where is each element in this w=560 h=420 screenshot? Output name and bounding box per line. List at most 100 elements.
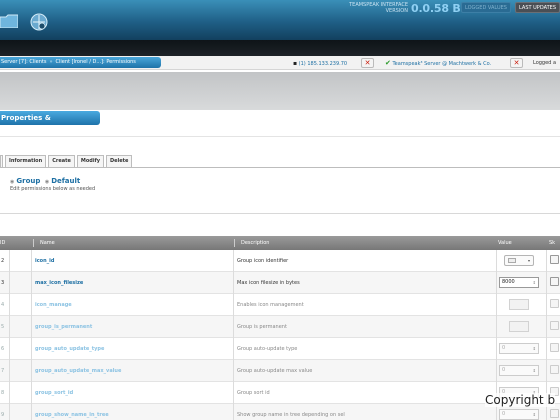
permission-name[interactable]: group_auto_update_max_value xyxy=(35,360,121,382)
permission-description: Group auto-update type xyxy=(237,346,298,352)
tab-previous[interactable] xyxy=(0,155,3,167)
permission-id: 3 xyxy=(1,280,5,286)
value-input[interactable]: 0⇕ xyxy=(499,409,539,420)
sort-icon xyxy=(33,238,37,247)
column-divider xyxy=(31,250,32,420)
permission-id: 6 xyxy=(1,346,5,352)
permission-name[interactable]: group_sort_id xyxy=(35,382,73,404)
table-row: 3 max_icon_filesize Max icon filesize in b… xyxy=(0,272,560,294)
group-link[interactable]: Group xyxy=(16,177,40,185)
permission-id: 8 xyxy=(1,390,5,396)
server-icon: ▪ xyxy=(293,60,298,67)
version-caption: TEAMSPEAK INTERFACE VERSION xyxy=(349,2,408,14)
permission-name[interactable]: group_auto_update_type xyxy=(35,338,104,360)
skip-checkbox[interactable] xyxy=(550,299,559,308)
last-updates-button[interactable]: LAST UPDATES xyxy=(515,2,560,13)
tab-create[interactable]: Create xyxy=(48,155,75,167)
permission-description: Group icon identifier xyxy=(237,258,289,264)
chevron-down-icon: ▾ xyxy=(527,258,530,263)
skip-checkbox[interactable] xyxy=(550,321,559,330)
permission-name[interactable]: group_is_permanent xyxy=(35,316,92,338)
close-icon[interactable]: ✕ xyxy=(361,58,374,68)
logged-status: Logged a xyxy=(533,60,557,66)
value-text: 8000 xyxy=(502,279,515,285)
app-header: TEAMSPEAK INTERFACE VERSION 0.0.58 BE LO… xyxy=(0,0,560,40)
permission-description: Max icon filesize in bytes xyxy=(237,280,300,286)
permission-description: Show group name in tree depending on sel xyxy=(237,412,345,418)
connection-ip-label[interactable]: (1) 185.133.239.70 xyxy=(299,61,347,67)
value-text: 0 xyxy=(502,367,506,373)
column-header-skip[interactable]: Sk xyxy=(549,236,555,250)
permission-id: 7 xyxy=(1,368,5,374)
spinner-icon[interactable]: ⇕ xyxy=(533,344,536,353)
icon-select[interactable]: ▾ xyxy=(504,255,534,266)
permission-id: 4 xyxy=(1,302,5,308)
permission-name[interactable]: group_show_name_in_tree xyxy=(35,404,109,420)
table-row: 4 icon_manage Enables icon management xyxy=(0,294,560,316)
table-row: 8group_sort_idGroup sort id0⇕ xyxy=(0,382,560,404)
folder-icon[interactable] xyxy=(0,14,18,28)
skip-checkbox[interactable] xyxy=(550,277,559,286)
value-input[interactable]: 0⇕ xyxy=(499,365,539,376)
table-row: 5 group_is_permanent Group is permanent xyxy=(0,316,560,338)
spinner-icon[interactable]: ⇕ xyxy=(533,366,536,375)
value-text: 0 xyxy=(502,411,506,417)
table-row: 2 icon_id Group icon identifier ▾ xyxy=(0,250,560,272)
column-header-name[interactable]: Name xyxy=(33,236,55,250)
column-header-id[interactable]: ID xyxy=(0,236,5,250)
breadcrumb-item-permissions[interactable]: Client [Ironel / D...]: Permissions xyxy=(56,59,136,65)
divider xyxy=(0,136,560,137)
tab-delete[interactable]: Delete xyxy=(106,155,133,167)
server-globe-icon[interactable] xyxy=(30,13,48,31)
spinner-icon[interactable]: ⇕ xyxy=(533,410,536,419)
header-divider xyxy=(0,40,560,56)
icon-preview xyxy=(508,258,516,263)
skip-checkbox[interactable] xyxy=(550,343,559,352)
permission-description: Group auto-update max value xyxy=(237,368,313,374)
value-input[interactable]: 8000 ⇕ xyxy=(499,277,539,288)
table-header: ID Name Description Value Sk xyxy=(0,236,560,250)
connection-server-label[interactable]: Teamspeak³ Server @ Machtwerk & Co. xyxy=(392,61,491,67)
connection-server: ✔ Teamspeak³ Server @ Machtwerk & Co. xyxy=(385,59,491,68)
value-checkbox[interactable] xyxy=(509,299,529,310)
toolbar-band xyxy=(0,72,560,110)
table-row: 9 group_show_name_in_tree Show group name … xyxy=(0,404,560,420)
table-row: 7 group_auto_update_max_value Group auto-u… xyxy=(0,360,560,382)
column-header-description[interactable]: Description xyxy=(234,236,269,250)
version-number: 0.0.58 BE xyxy=(411,2,468,15)
value-input[interactable]: 0⇕ xyxy=(499,343,539,354)
copyright-watermark: Copyright b xyxy=(485,393,556,407)
permission-description: Group is permanent xyxy=(237,324,287,330)
column-header-value[interactable]: Value xyxy=(498,236,512,250)
group-description: Edit permissions below as needed xyxy=(10,186,96,192)
column-divider xyxy=(233,250,234,420)
permission-name[interactable]: icon_id xyxy=(35,250,54,272)
radio-icon: ◉ xyxy=(44,179,50,185)
permission-name[interactable]: max_icon_filesize xyxy=(35,272,83,294)
permission-id: 2 xyxy=(1,258,5,264)
radio-icon: ◉ xyxy=(10,179,15,185)
breadcrumb-item-clients[interactable]: Server [7]: Clients xyxy=(1,59,46,65)
tab-information[interactable]: Information xyxy=(5,155,47,167)
tab-bar: Information Create Modify Delete xyxy=(0,155,134,167)
breadcrumb: Server [7]: Clients» Client [Ironel / D..… xyxy=(0,57,161,68)
skip-checkbox[interactable] xyxy=(550,409,559,418)
spinner-icon[interactable]: ⇕ xyxy=(533,278,536,287)
logged-values-button[interactable]: LOGGED VALUES xyxy=(461,2,511,13)
breadcrumb-separator: » xyxy=(49,59,53,65)
breadcrumb-bar: Server [7]: Clients» Client [Ironel / D..… xyxy=(0,56,560,70)
section-title: Properties & Permissions xyxy=(0,111,100,136)
divider xyxy=(0,213,560,214)
tab-underline xyxy=(0,167,560,168)
permission-id: 9 xyxy=(1,412,5,418)
skip-checkbox[interactable] xyxy=(550,255,559,264)
default-link[interactable]: Default xyxy=(51,177,80,185)
value-checkbox[interactable] xyxy=(509,321,529,332)
sort-icon xyxy=(234,238,238,247)
skip-checkbox[interactable] xyxy=(550,365,559,374)
close-icon[interactable]: ✕ xyxy=(510,58,523,68)
column-divider xyxy=(9,250,10,420)
permission-name[interactable]: icon_manage xyxy=(35,294,72,316)
connection-ip: ▪ (1) 185.133.239.70 xyxy=(293,59,347,68)
tab-modify[interactable]: Modify xyxy=(76,155,105,167)
